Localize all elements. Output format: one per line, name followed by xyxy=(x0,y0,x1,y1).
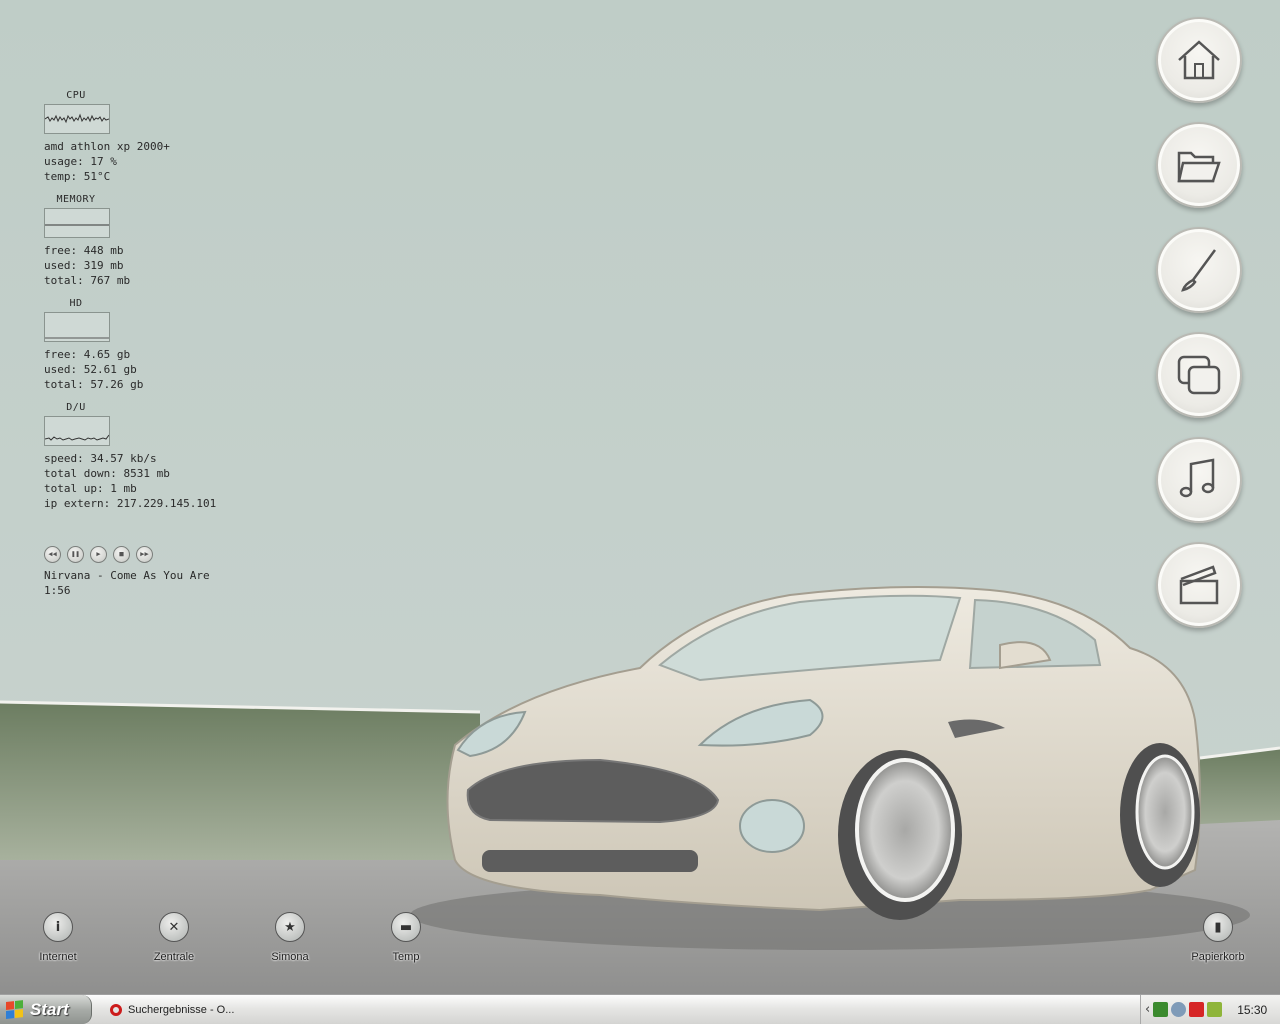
player-controls: ◀◀ ❚❚ ▶ ■ ▶▶ xyxy=(44,546,210,563)
hd-total: total: 57.26 gb xyxy=(44,378,144,391)
desktop-icon-internet[interactable]: i Internet xyxy=(18,912,98,964)
hd-section: HD free: 4.65 gb used: 52.61 gb total: 5… xyxy=(44,296,284,392)
memory-free: free: 448 mb xyxy=(44,244,124,257)
system-tray: ‹ 15:30 xyxy=(1140,995,1280,1024)
folder-icon xyxy=(1177,151,1221,183)
music-note-icon xyxy=(1179,458,1215,498)
taskbar-clock[interactable]: 15:30 xyxy=(1237,1003,1267,1017)
clapperboard-icon xyxy=(1179,565,1219,605)
dock-paint-button[interactable] xyxy=(1156,227,1242,313)
dock-windows-button[interactable] xyxy=(1156,332,1242,418)
du-graph xyxy=(44,416,110,446)
hd-title: HD xyxy=(69,298,83,309)
dock-home-button[interactable] xyxy=(1156,17,1242,103)
taskbar: Start Suchergebnisse - O... ‹ 15:30 xyxy=(0,994,1280,1024)
windows-icon xyxy=(1177,355,1221,395)
du-speed: speed: 34.57 kb/s xyxy=(44,452,157,465)
now-playing-time: 1:56 xyxy=(44,584,71,597)
printer-icon[interactable] xyxy=(1171,1002,1187,1017)
desktop-icon-label: Internet xyxy=(39,951,77,963)
du-section: D/U speed: 34.57 kb/s total down: 8531 m… xyxy=(44,400,284,511)
now-playing-track: Nirvana - Come As You Are xyxy=(44,569,210,582)
brush-icon xyxy=(1181,249,1217,292)
du-total-up: total up: 1 mb xyxy=(44,482,137,495)
desktop-icon-label: Zentrale xyxy=(153,951,195,963)
start-label: Start xyxy=(30,999,69,1019)
cpu-graph xyxy=(44,104,110,134)
forward-icon[interactable]: ▶▶ xyxy=(136,546,153,563)
memory-section: MEMORY free: 448 mb used: 319 mb total: … xyxy=(44,192,284,288)
desktop-icon-label: Papierkorb xyxy=(1191,951,1245,963)
memory-used: used: 319 mb xyxy=(44,259,124,272)
trash-icon: ▮ xyxy=(1203,912,1233,942)
media-player-widget: ◀◀ ❚❚ ▶ ■ ▶▶ Nirvana - Come As You Are 1… xyxy=(44,546,210,598)
desktop-icon-label: Simona xyxy=(271,951,309,963)
windows-logo-icon xyxy=(6,999,24,1020)
start-button[interactable]: Start xyxy=(0,995,92,1024)
desktop-icon-papierkorb[interactable]: ▮ Papierkorb xyxy=(1178,912,1258,964)
pause-icon[interactable]: ❚❚ xyxy=(67,546,84,563)
cpu-model: amd athlon xp 2000+ xyxy=(44,140,170,153)
launcher-dock xyxy=(1156,17,1244,647)
cpu-title: CPU xyxy=(66,90,86,101)
folder-icon: ▬ xyxy=(391,912,421,942)
system-monitor-widget: CPU amd athlon xp 2000+ usage: 17 % temp… xyxy=(44,88,284,519)
memory-total: total: 767 mb xyxy=(44,274,131,287)
star-icon: ★ xyxy=(275,912,305,942)
play-icon[interactable]: ▶ xyxy=(90,546,107,563)
desktop-icon-label: Temp xyxy=(392,951,420,963)
network-icon[interactable] xyxy=(1153,1002,1169,1017)
desktop-icon-zentrale[interactable]: ✕ Zentrale xyxy=(134,912,214,964)
memory-graph xyxy=(44,208,110,238)
tools-icon: ✕ xyxy=(159,912,189,942)
taskbar-window-opera[interactable]: Suchergebnisse - O... xyxy=(104,998,262,1021)
desktop-icon-simona[interactable]: ★ Simona xyxy=(250,912,330,964)
opera-icon xyxy=(110,1003,122,1016)
info-icon: i xyxy=(43,912,73,942)
hd-graph xyxy=(44,312,110,342)
antivirus-icon[interactable] xyxy=(1189,1002,1205,1017)
stop-icon[interactable]: ■ xyxy=(113,546,130,563)
dock-music-button[interactable] xyxy=(1156,437,1242,523)
graphics-driver-icon[interactable] xyxy=(1207,1002,1223,1017)
hd-used: used: 52.61 gb xyxy=(44,363,137,376)
cpu-temp: temp: 51°C xyxy=(44,170,111,183)
du-title: D/U xyxy=(66,402,86,413)
taskbar-window-label: Suchergebnisse - O... xyxy=(128,1003,235,1016)
tray-expand-icon[interactable]: ‹ xyxy=(1145,1002,1150,1017)
home-icon xyxy=(1178,40,1220,80)
cpu-usage: usage: 17 % xyxy=(44,155,117,168)
memory-title: MEMORY xyxy=(56,194,96,205)
hd-free: free: 4.65 gb xyxy=(44,348,131,361)
desktop-icon-temp[interactable]: ▬ Temp xyxy=(366,912,446,964)
du-total-down: total down: 8531 mb xyxy=(44,467,170,480)
cpu-section: CPU amd athlon xp 2000+ usage: 17 % temp… xyxy=(44,88,284,184)
du-ip-extern: ip extern: 217.229.145.101 xyxy=(44,497,217,510)
dock-folder-button[interactable] xyxy=(1156,122,1242,208)
dock-video-button[interactable] xyxy=(1156,542,1242,628)
rewind-icon[interactable]: ◀◀ xyxy=(44,546,61,563)
